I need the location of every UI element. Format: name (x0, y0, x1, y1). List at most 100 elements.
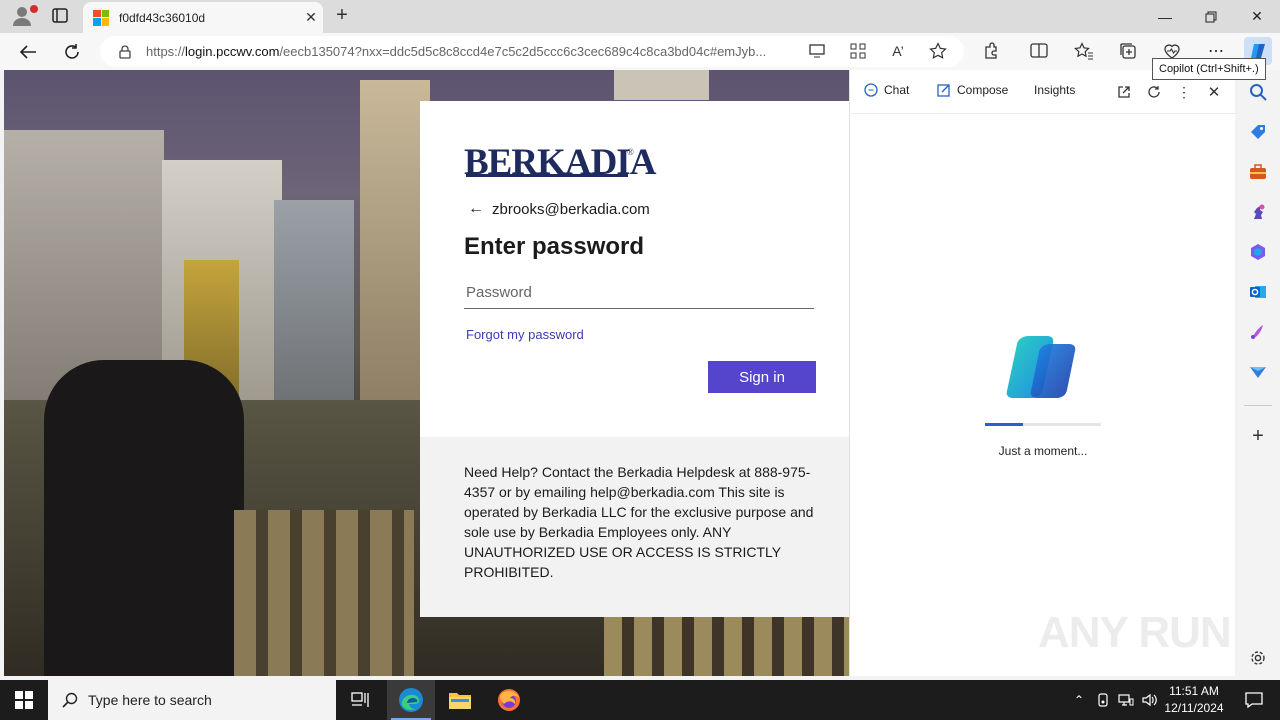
forgot-password-link[interactable]: Forgot my password (466, 327, 584, 342)
favorite-star-icon[interactable] (926, 39, 950, 63)
edge-taskbar-button[interactable] (387, 680, 435, 720)
minimize-button[interactable]: — (1142, 0, 1188, 33)
back-arrow-icon[interactable]: ← (468, 200, 484, 218)
background-building (614, 70, 709, 100)
registered-mark: ® (627, 147, 634, 157)
tab-actions-button[interactable] (46, 5, 74, 27)
copilot-pane: Chat Compose Insights ⋮ ✕ Just a moment.… (849, 70, 1236, 676)
refresh-icon (65, 44, 79, 59)
start-button[interactable] (0, 680, 48, 720)
search-icon (62, 692, 78, 708)
show-hidden-icons-icon[interactable]: ⌃ (1070, 690, 1088, 710)
immersive-reader-icon[interactable] (806, 39, 830, 63)
shopping-tag-icon[interactable] (1248, 122, 1268, 142)
sidebar-divider (1244, 405, 1272, 406)
profile-notification-dot (30, 5, 38, 13)
address-bar[interactable]: https://login.pccwv.com/eecb135074?nxx=d… (100, 36, 964, 67)
restore-icon (1205, 11, 1217, 22)
background-pilings (604, 615, 849, 676)
password-input[interactable] (464, 277, 814, 309)
restore-button[interactable] (1188, 0, 1234, 33)
tools-icon[interactable] (1248, 162, 1268, 182)
tab-insights-label: Insights (1034, 83, 1076, 97)
system-clock[interactable]: 11:51 AM 12/11/2024 (1160, 683, 1228, 717)
account-email: zbrooks@berkadia.com (492, 200, 650, 218)
sign-in-button[interactable]: Sign in (708, 361, 816, 393)
tab-title: f0dfd43c36010d (119, 10, 206, 25)
task-view-icon (351, 692, 369, 707)
refresh-button[interactable] (58, 38, 86, 66)
microsoft-365-icon[interactable] (1248, 242, 1268, 262)
tab-compose-label: Compose (957, 83, 1009, 97)
open-in-new-icon[interactable] (1114, 82, 1134, 102)
read-aloud-icon[interactable]: A’ (886, 39, 910, 63)
taskbar: Type here to search ⌃ 11:51 AM 12/11/202… (0, 680, 1280, 720)
background-bollard (44, 360, 244, 676)
back-arrow-icon (19, 45, 36, 59)
help-text: Need Help? Contact the Berkadia Helpdesk… (464, 464, 814, 580)
tab-insights[interactable]: Insights (1034, 83, 1075, 97)
network-device-icon[interactable] (1094, 690, 1112, 710)
close-icon[interactable]: ✕ (1204, 82, 1224, 102)
notifications-button[interactable] (1236, 680, 1272, 720)
close-window-button[interactable]: ✕ (1234, 0, 1280, 33)
apps-icon[interactable] (846, 39, 870, 63)
taskbar-search[interactable]: Type here to search (48, 680, 336, 720)
outlook-icon[interactable] (1248, 282, 1268, 302)
games-icon[interactable] (1248, 202, 1268, 222)
search-placeholder: Type here to search (88, 692, 212, 708)
lock-icon[interactable] (118, 44, 132, 59)
tab-chat[interactable]: Chat (864, 83, 909, 97)
edge-icon (399, 688, 423, 712)
send-icon[interactable] (1248, 362, 1268, 382)
copilot-logo-icon (1006, 336, 1076, 398)
profile-button[interactable] (8, 3, 38, 29)
gear-icon[interactable] (1248, 648, 1268, 668)
watermark: ANY RUN (1038, 608, 1232, 657)
designer-icon[interactable] (1248, 322, 1268, 342)
url-path: /eecb135074?nxx=ddc5d5c8c8ccd4e7c5c2d5cc… (279, 44, 767, 59)
favorites-icon[interactable] (1072, 39, 1096, 63)
volume-icon[interactable] (1141, 690, 1159, 710)
more-options-icon[interactable]: ⋮ (1174, 82, 1194, 102)
berkadia-logo: BERKADIA ® (464, 141, 656, 184)
loading-progress-bar (985, 423, 1101, 426)
close-tab-icon[interactable]: ✕ (299, 9, 323, 26)
add-icon[interactable]: + (1248, 425, 1268, 447)
file-explorer-button[interactable] (436, 680, 484, 720)
title-bar: f0dfd43c36010d ✕ + — ✕ (0, 0, 1280, 33)
chat-icon (864, 83, 878, 97)
profile-icon (13, 7, 31, 26)
folder-icon (449, 693, 471, 709)
account-row[interactable]: ← zbrooks@berkadia.com (468, 200, 650, 218)
clock-time: 11:51 AM (1169, 684, 1219, 698)
firefox-button[interactable] (485, 680, 533, 720)
split-screen-icon[interactable] (1027, 39, 1051, 63)
refresh-icon[interactable] (1144, 82, 1164, 102)
background-building (274, 200, 354, 420)
login-card: BERKADIA ® ← zbrooks@berkadia.com Enter … (420, 101, 849, 617)
loading-message: Just a moment... (998, 444, 1088, 458)
microsoft-favicon-icon (93, 9, 109, 26)
collections-icon[interactable] (1116, 39, 1140, 63)
back-button[interactable] (14, 38, 42, 66)
browser-tab[interactable]: f0dfd43c36010d ✕ (83, 2, 323, 33)
task-view-button[interactable] (336, 680, 384, 720)
url-host: login.pccwv.com (185, 44, 280, 59)
extensions-icon[interactable] (979, 39, 1003, 63)
tab-actions-icon (52, 8, 68, 23)
page-content: BERKADIA ® ← zbrooks@berkadia.com Enter … (4, 70, 849, 676)
new-tab-button[interactable]: + (330, 4, 354, 28)
tab-chat-label: Chat (884, 83, 910, 97)
url-text: https://login.pccwv.com/eecb135074?nxx=d… (146, 44, 806, 59)
page-title: Enter password (464, 233, 645, 260)
windows-icon (15, 691, 33, 709)
search-icon[interactable] (1248, 82, 1268, 102)
logo-underline (466, 174, 628, 177)
network-icon[interactable] (1117, 690, 1135, 710)
tab-compose[interactable]: Compose (937, 83, 1008, 97)
compose-icon (937, 84, 950, 97)
url-prefix: https:// (146, 44, 186, 59)
notification-icon (1245, 692, 1263, 708)
copilot-tooltip: Copilot (Ctrl+Shift+.) (1152, 58, 1266, 80)
